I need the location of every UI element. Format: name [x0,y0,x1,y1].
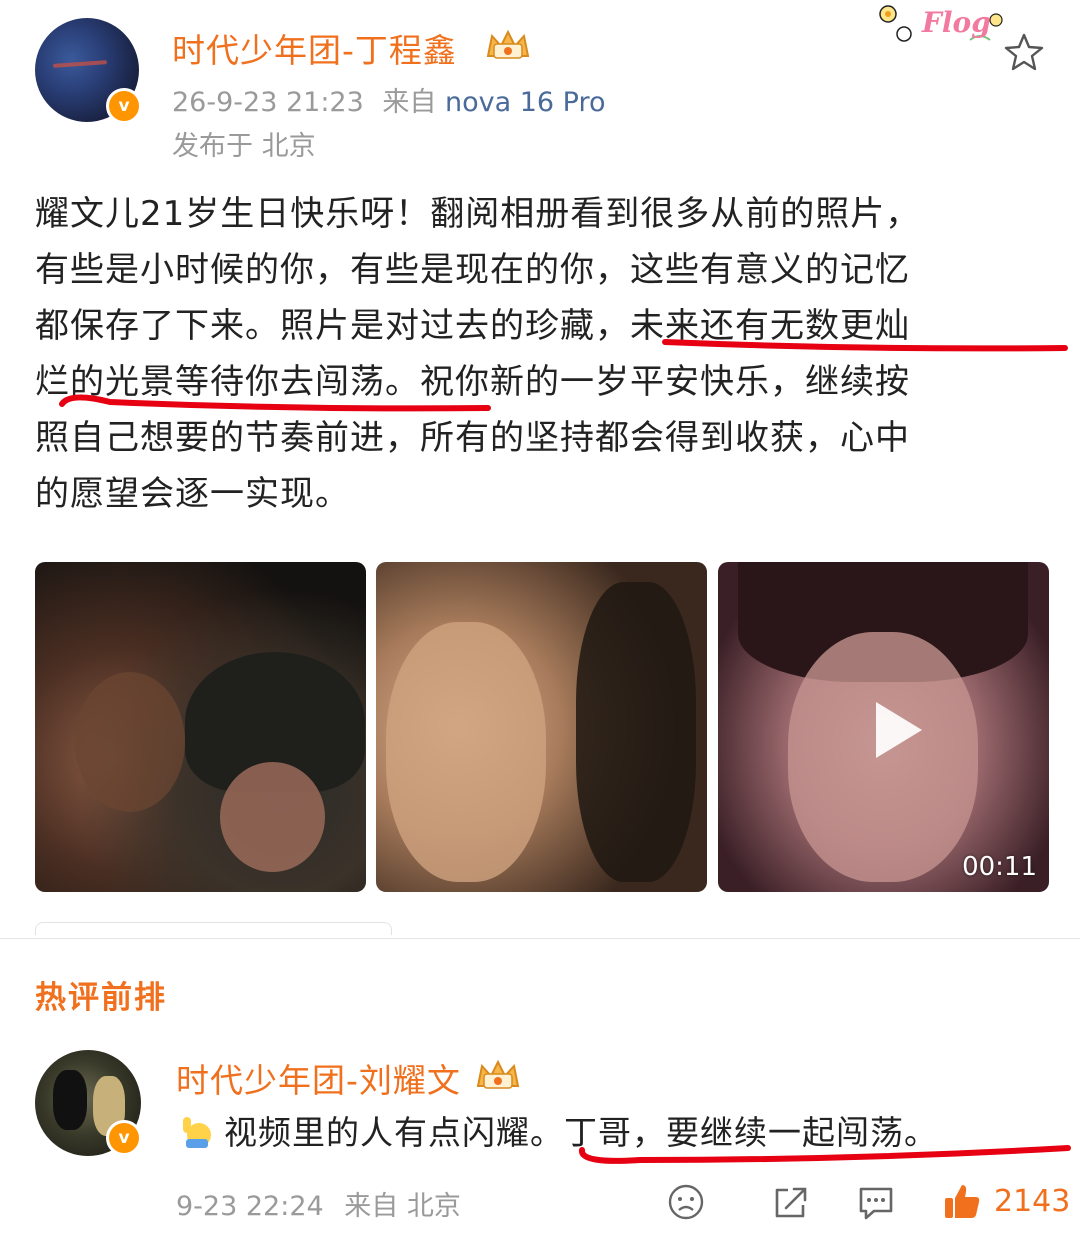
like-thumb-icon[interactable] [940,1180,984,1224]
post-meta: 26-9-23 21:23 来自 nova 16 Pro [172,80,605,119]
verified-badge: v [106,88,142,124]
comment-source: 来自 北京 [344,1191,461,1222]
photo-figure-shape [576,582,696,882]
photo-face-shape [386,622,546,882]
post-text-line: 有些是小时候的你，有些是现在的你，这些有意义的记忆 [35,250,910,290]
like-count: 2143 [994,1184,1071,1219]
author-name[interactable]: 时代少年团-丁程鑫 [172,24,457,72]
dislike-face-icon[interactable] [664,1180,708,1224]
photo-face-shape [75,672,185,812]
post-text-line: 的愿望会逐一实现。 [35,474,350,514]
comment-text: 视频里的人有点闪耀。丁哥，要继续一起闯荡。 [224,1113,938,1152]
play-icon[interactable] [876,702,922,758]
flog-sticker: Flog [870,0,1010,50]
photo-face-shape [220,762,325,872]
section-divider [0,938,1080,939]
comment-text-row: 视频里的人有点闪耀。丁哥，要继续一起闯荡。 [180,1106,938,1154]
post-text-line: 烂的光景等待你去闯荡。祝你新的一岁平安快乐，继续按 [35,362,910,402]
post-text-line: 都保存了下来。照片是对过去的珍藏，未来还有无数更灿 [35,306,910,346]
action-bar-edge [35,922,392,935]
share-icon[interactable] [768,1180,812,1224]
post-content: 耀文儿21岁生日快乐呀！翻阅相册看到很多从前的照片， 有些是小时候的你，有些是现… [35,186,1025,522]
hot-comments-title: 热评前排 [35,980,167,1016]
device-name[interactable]: nova 16 Pro [445,87,606,118]
commenter-name[interactable]: 时代少年团-刘耀文 [176,1054,461,1102]
video-thumbnail[interactable]: 00:11 [718,562,1049,892]
post-text-line: 耀文儿21岁生日快乐呀！翻阅相册看到很多从前的照片， [35,194,921,234]
vip-crown-icon [486,29,530,59]
verified-badge: v [106,1120,142,1156]
comment-meta: 9-23 22:24 来自 北京 [176,1184,461,1223]
comment-icon[interactable] [854,1180,898,1224]
post-photo-1[interactable] [35,562,366,892]
comment-time: 9-23 22:24 [176,1191,324,1222]
post-text-line: 照自己想要的节奏前进，所有的坚持都会得到收获，心中 [35,418,910,458]
post-photo-2[interactable] [376,562,707,892]
source-prefix: 来自 [382,87,437,118]
vip-crown-icon [476,1059,520,1089]
video-duration: 00:11 [962,852,1037,882]
post-location: 发布于 北京 [172,131,316,162]
favorite-star-icon[interactable] [1004,32,1044,72]
flog-text: Flog [922,6,991,39]
post-time: 26-9-23 21:23 [172,87,364,118]
wave-emoji-icon [183,1117,211,1148]
photo-figure-shape [53,1070,87,1130]
